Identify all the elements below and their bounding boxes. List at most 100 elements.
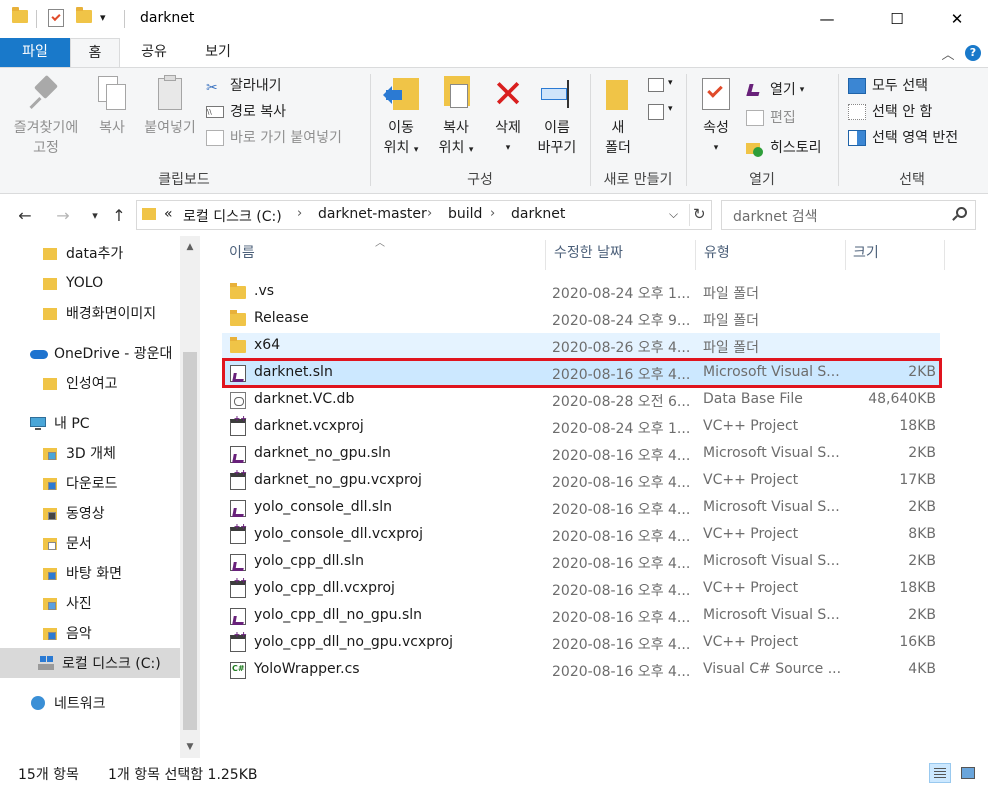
file-row[interactable]: yolo_cpp_dll.vcxproj 2020-08-16 오후 4... VC… [222, 576, 940, 603]
file-date: 2020-08-16 오후 4... [552, 556, 691, 572]
nav-item[interactable]: OneDrive - 광운대 [0, 338, 180, 368]
copy-path-button[interactable]: \\ 경로 복사 [206, 102, 286, 122]
new-folder-icon[interactable] [76, 7, 92, 23]
nav-item[interactable]: 바탕 화면 [0, 558, 180, 588]
nav-item[interactable]: 3D 개체 [0, 438, 180, 468]
chevron-down-icon[interactable]: ▾ [668, 104, 673, 114]
file-row[interactable]: yolo_cpp_dll.sln 2020-08-16 오후 4... Micros… [222, 549, 940, 576]
breadcrumb-drive[interactable]: 로컬 디스크 (C:) [183, 206, 282, 226]
help-icon[interactable]: ? [962, 38, 984, 68]
paste-button[interactable]: 붙여넣기 [138, 74, 202, 138]
back-arrow-icon[interactable]: ← [14, 203, 36, 227]
nav-item[interactable]: 동영상 [0, 498, 180, 528]
properties-icon[interactable] [48, 9, 64, 27]
address-dropdown-icon[interactable]: ⌵ [669, 207, 678, 222]
column-header-size[interactable]: 크기 [853, 236, 943, 272]
scroll-up-icon[interactable]: ▲ [180, 238, 200, 256]
minimize-button[interactable]: — [804, 0, 850, 38]
scroll-down-icon[interactable]: ▼ [180, 738, 200, 756]
tab-share[interactable]: 공유 [128, 38, 180, 68]
nav-item[interactable]: 네트워크 [0, 688, 180, 718]
chevron-down-icon[interactable]: ▾ [668, 78, 673, 88]
rename-button[interactable]: 이름 바꾸기 [532, 74, 582, 158]
edit-button[interactable]: 편집 [746, 108, 796, 128]
tab-home[interactable]: 홈 [70, 38, 120, 68]
nav-item[interactable]: 인성여고 [0, 368, 180, 398]
file-row[interactable]: Release 2020-08-24 오후 9... 파일 폴더 [222, 306, 940, 333]
file-type: Microsoft Visual S... [703, 607, 840, 623]
select-all-button[interactable]: 모두 선택 [848, 76, 928, 96]
file-row[interactable]: yolo_console_dll.vcxproj 2020-08-16 오후 4.… [222, 522, 940, 549]
breadcrumb-build[interactable]: build [448, 206, 482, 222]
pin-quick-access-button[interactable]: 즐겨찾기에 고정 [6, 74, 86, 158]
history-button[interactable]: 히스토리 [746, 138, 822, 158]
invert-selection-button[interactable]: 선택 영역 반전 [848, 128, 958, 148]
easy-access-icon[interactable] [648, 104, 664, 120]
file-row[interactable]: yolo_cpp_dll_no_gpu.sln 2020-08-16 오후 4..… [222, 603, 940, 630]
recent-locations-chevron-icon[interactable]: ▾ [84, 203, 106, 227]
chevron-right-icon[interactable]: › [297, 206, 302, 221]
address-bar[interactable]: « 로컬 디스크 (C:) › darknet-master › build ›… [136, 200, 712, 230]
search-input[interactable]: darknet 검색 [721, 200, 976, 230]
file-row[interactable]: darknet.VC.db 2020-08-28 오전 6... Data Base… [222, 387, 940, 414]
nav-item[interactable]: 사진 [0, 588, 180, 618]
column-divider[interactable] [695, 240, 696, 270]
column-header-date[interactable]: 수정한 날짜 [554, 236, 694, 272]
tab-view[interactable]: 보기 [188, 38, 248, 68]
open-button[interactable]: 열기 ▾ [746, 80, 804, 100]
close-button[interactable]: ✕ [934, 0, 980, 38]
search-icon[interactable] [952, 207, 967, 221]
file-row[interactable]: YoloWrapper.cs 2020-08-16 오후 4... Visual C… [222, 657, 940, 684]
breadcrumb-darknet-master[interactable]: darknet-master [318, 206, 427, 222]
breadcrumb-overflow[interactable]: « [164, 206, 173, 222]
copy-button[interactable]: 복사 [90, 74, 134, 138]
file-row[interactable]: .vs 2020-08-24 오후 1... 파일 폴더 [222, 279, 940, 306]
pin-label: 즐겨찾기에 [13, 120, 79, 136]
delete-button[interactable]: ✕ 삭제 ▾ [486, 74, 530, 158]
column-divider[interactable] [944, 240, 945, 270]
quick-access-dropdown-icon[interactable]: ▾ [100, 11, 106, 24]
tab-file[interactable]: 파일 [0, 38, 70, 68]
forward-arrow-icon[interactable]: → [52, 203, 74, 227]
nav-item[interactable]: data추가 [0, 238, 180, 268]
column-divider[interactable] [545, 240, 546, 270]
details-view-icon[interactable] [929, 763, 951, 783]
file-row[interactable]: yolo_cpp_dll_no_gpu.vcxproj 2020-08-16 오후… [222, 630, 940, 657]
file-row[interactable]: yolo_console_dll.sln 2020-08-16 오후 4... Mi… [222, 495, 940, 522]
nav-item[interactable]: 배경화면이미지 [0, 298, 180, 328]
file-row[interactable]: darknet.sln 2020-08-16 오후 4... Microsoft V… [222, 360, 940, 387]
move-to-button[interactable]: 이동 위치 ▾ [376, 74, 426, 160]
large-icons-view-icon[interactable] [957, 763, 979, 783]
nav-item[interactable]: 문서 [0, 528, 180, 558]
nav-item[interactable]: 다운로드 [0, 468, 180, 498]
divider [36, 10, 37, 28]
nav-item[interactable]: 내 PC [0, 408, 180, 438]
file-row[interactable]: darknet.vcxproj 2020-08-24 오후 1... VC++ Pr… [222, 414, 940, 441]
maximize-button[interactable]: ☐ [874, 0, 920, 38]
collapse-ribbon-icon[interactable]: ︿ [936, 38, 960, 68]
history-icon [746, 140, 764, 157]
select-none-button[interactable]: 선택 안 함 [848, 102, 932, 122]
new-folder-button[interactable]: 새 폴더 [598, 74, 638, 158]
nav-item[interactable]: YOLO [0, 268, 180, 298]
scroll-thumb[interactable] [183, 352, 197, 730]
up-arrow-icon[interactable]: ↑ [108, 203, 130, 227]
file-row[interactable]: darknet_no_gpu.vcxproj 2020-08-16 오후 4...… [222, 468, 940, 495]
file-row[interactable]: x64 2020-08-26 오후 4... 파일 폴더 [222, 333, 940, 360]
refresh-icon[interactable]: ↻ [693, 205, 706, 223]
file-row[interactable]: darknet_no_gpu.sln 2020-08-16 오후 4... Micr… [222, 441, 940, 468]
nav-item[interactable]: 음악 [0, 618, 180, 648]
paste-shortcut-button[interactable]: 바로 가기 붙여넣기 [206, 128, 342, 148]
nav-item[interactable]: 로컬 디스크 (C:) [0, 648, 180, 678]
properties-button[interactable]: 속성 ▾ [694, 74, 738, 158]
copy-to-button[interactable]: 복사 위치 ▾ [430, 74, 482, 160]
nav-scrollbar[interactable]: ▲ ▼ [180, 236, 200, 758]
new-item-icon[interactable] [648, 78, 664, 92]
breadcrumb-darknet[interactable]: darknet [511, 206, 565, 222]
chevron-right-icon[interactable]: › [490, 206, 495, 221]
cut-button[interactable]: ✂ 잘라내기 [206, 76, 282, 96]
rename-label-2: 바꾸기 [537, 140, 577, 156]
column-divider[interactable] [845, 240, 846, 270]
column-header-type[interactable]: 유형 [704, 236, 844, 272]
chevron-right-icon[interactable]: › [427, 206, 432, 221]
